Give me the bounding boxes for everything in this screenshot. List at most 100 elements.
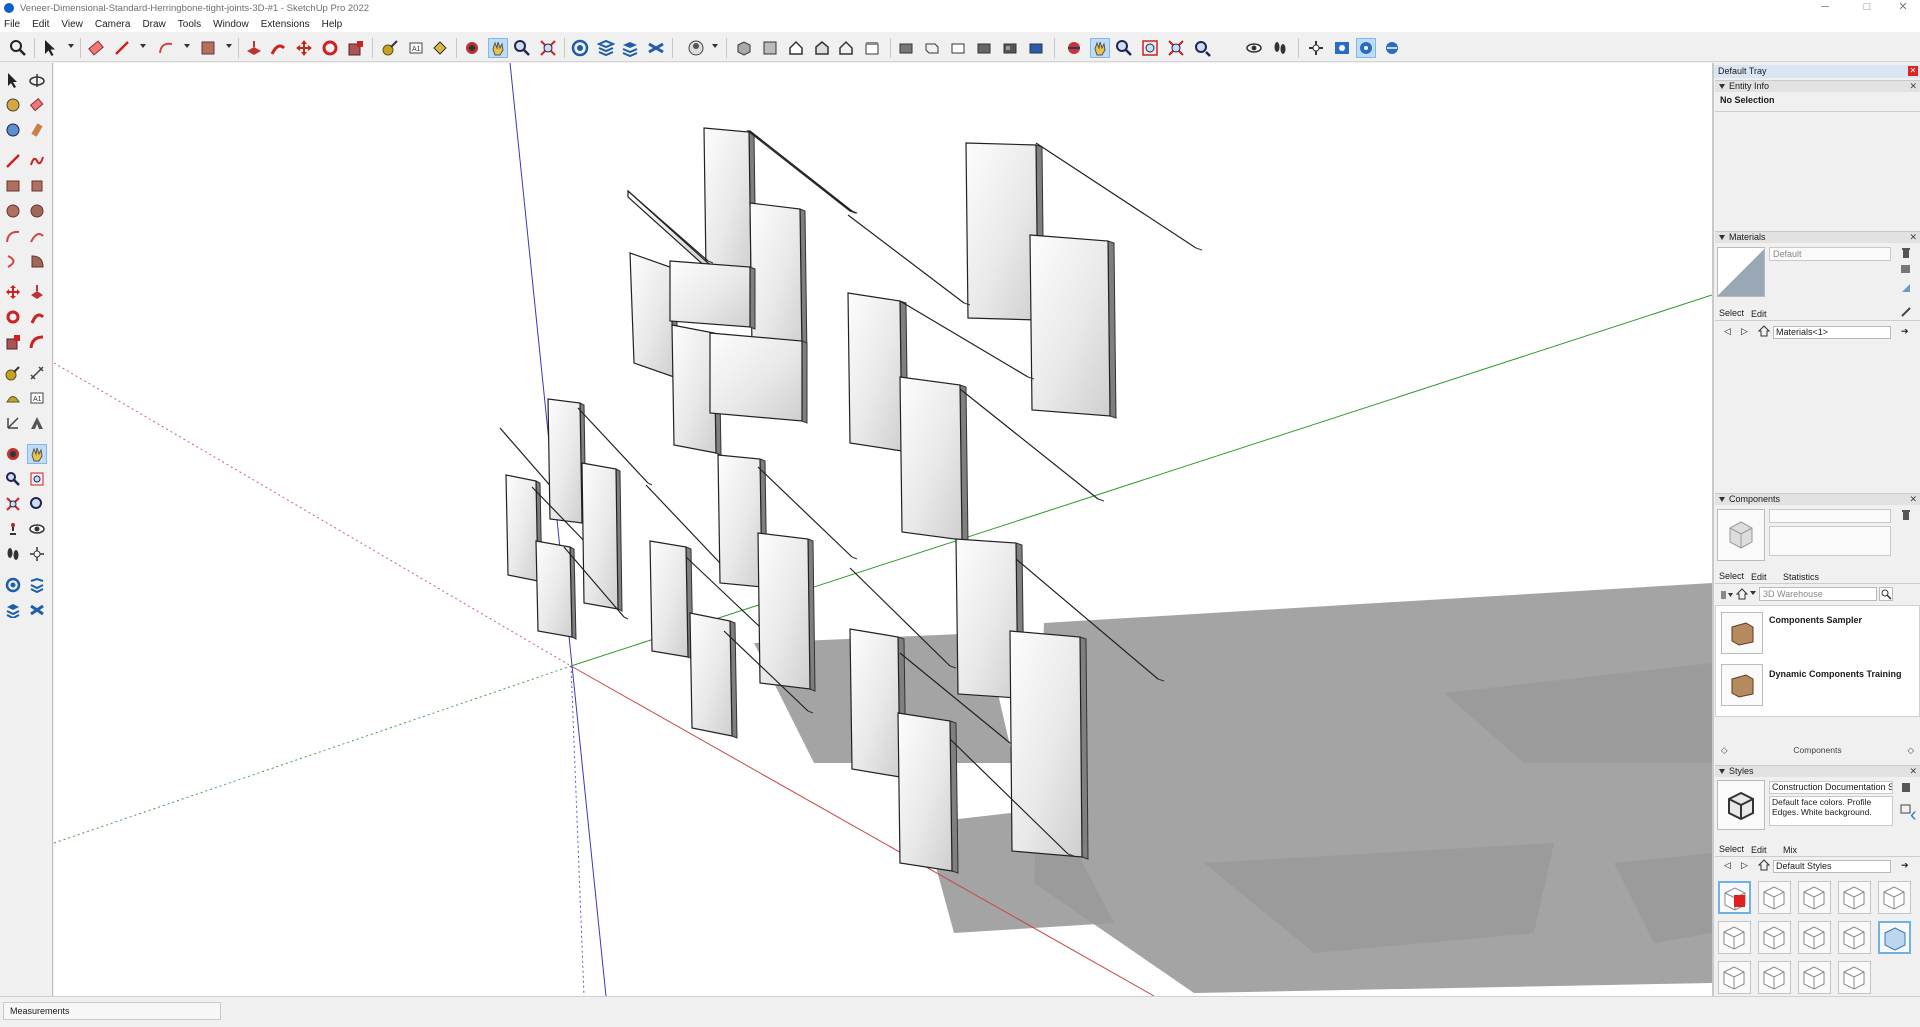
look-around-icon[interactable]	[1244, 38, 1264, 58]
display-options-icon[interactable]	[1720, 589, 1734, 604]
rotated-rectangle-icon[interactable]	[27, 176, 47, 196]
list-item-thumbnail[interactable]	[1721, 612, 1763, 654]
layers-icon[interactable]	[3, 600, 23, 620]
follow-me-icon[interactable]	[268, 38, 288, 58]
components-tab-select[interactable]: Select	[1719, 571, 1744, 581]
shaded-textures-icon[interactable]	[1000, 38, 1020, 58]
details-arrow-icon[interactable]: ➔	[1901, 860, 1909, 871]
freehand-icon[interactable]	[27, 151, 47, 171]
close-icon[interactable]: ✕	[1908, 66, 1918, 76]
offset-icon[interactable]	[27, 332, 47, 352]
forward-arrow-icon[interactable]: ▷	[1741, 326, 1748, 337]
styles-tab-mix[interactable]: Mix	[1783, 845, 1797, 855]
component-icon[interactable]	[3, 120, 23, 140]
push-pull-icon[interactable]	[244, 38, 264, 58]
style-thumbnail[interactable]	[1758, 881, 1791, 914]
materials-header[interactable]: Materials ✕	[1715, 231, 1920, 243]
position-camera-icon[interactable]	[3, 519, 23, 539]
eraser-icon[interactable]	[27, 95, 47, 115]
component-search-input[interactable]: 3D Warehouse	[1759, 587, 1877, 601]
push-pull-icon[interactable]	[27, 282, 47, 302]
two-point-arc-icon[interactable]	[27, 226, 47, 246]
move-icon[interactable]	[294, 38, 314, 58]
chevron-down-icon[interactable]	[140, 44, 146, 48]
component-name-field[interactable]	[1769, 509, 1891, 523]
search-icon[interactable]	[1879, 587, 1893, 601]
text-icon[interactable]: A1	[27, 388, 47, 408]
list-item[interactable]: Dynamic Components Training	[1769, 669, 1902, 679]
components-tab-statistics[interactable]: Statistics	[1783, 572, 1819, 582]
menu-window[interactable]: Window	[213, 19, 249, 30]
orbit-icon[interactable]	[462, 38, 482, 58]
menu-edit[interactable]: Edit	[32, 19, 49, 30]
sample-paint-icon[interactable]	[1900, 282, 1912, 294]
layers-icon[interactable]	[620, 38, 640, 58]
style-thumbnail[interactable]	[1758, 921, 1791, 954]
arc-icon[interactable]	[3, 226, 23, 246]
move-icon[interactable]	[3, 282, 23, 302]
list-item-thumbnail[interactable]	[1721, 664, 1763, 706]
style-name-field[interactable]: Construction Documentation Sty	[1769, 781, 1893, 794]
chevron-icon[interactable]: ◇	[1721, 744, 1728, 757]
warehouse-icon[interactable]	[3, 575, 23, 595]
zoom-window-icon[interactable]	[27, 469, 47, 489]
look-around-icon[interactable]	[27, 519, 47, 539]
maximize-button[interactable]: □	[1852, 0, 1882, 16]
warehouse-icon[interactable]	[570, 38, 590, 58]
styles-tab-edit[interactable]: Edit	[1751, 845, 1767, 855]
zoom-icon[interactable]	[3, 469, 23, 489]
chevron-down-icon[interactable]	[68, 44, 74, 48]
style-thumbnail[interactable]	[1718, 961, 1751, 994]
style-thumbnail[interactable]	[1798, 961, 1831, 994]
left-view-icon[interactable]	[862, 38, 882, 58]
zoom-extents-tool-icon[interactable]	[1166, 38, 1186, 58]
select-arrow-icon[interactable]	[3, 70, 23, 90]
measurements-box[interactable]: Measurements	[3, 1002, 221, 1020]
list-item[interactable]: Components Sampler	[1769, 615, 1862, 625]
chevron-icon[interactable]: ◇	[1907, 744, 1914, 757]
home-icon[interactable]	[1757, 859, 1771, 874]
style-description-field[interactable]: Default face colors. Profile Edges. Whit…	[1769, 796, 1893, 826]
update-style-icon[interactable]	[1900, 781, 1912, 796]
wireframe-icon[interactable]	[922, 38, 942, 58]
pan-hand-icon[interactable]	[27, 444, 47, 464]
tape-measure-icon[interactable]	[3, 363, 23, 383]
modeling-viewport[interactable]	[54, 63, 1712, 996]
previous-zoom-icon[interactable]	[27, 494, 47, 514]
rectangle-icon[interactable]	[198, 38, 218, 58]
top-view-icon[interactable]	[760, 38, 780, 58]
close-icon[interactable]: ✕	[1909, 766, 1917, 777]
search-icon[interactable]	[8, 38, 28, 58]
rectangle-icon[interactable]	[3, 176, 23, 196]
dimension-icon[interactable]	[27, 363, 47, 383]
forward-arrow-icon[interactable]: ▷	[1741, 860, 1748, 871]
section-plane-icon[interactable]	[1064, 38, 1084, 58]
protractor-icon[interactable]	[3, 388, 23, 408]
position-camera-icon[interactable]	[1306, 38, 1326, 58]
menu-view[interactable]: View	[61, 19, 83, 30]
zoom-tool-icon[interactable]	[1114, 38, 1134, 58]
add-location-icon[interactable]	[1356, 38, 1376, 58]
material-collection-select[interactable]: Materials<1>	[1773, 326, 1891, 339]
follow-me-icon[interactable]	[27, 307, 47, 327]
paint-icon[interactable]	[27, 120, 47, 140]
3d-scene[interactable]	[54, 63, 1712, 996]
scale-icon[interactable]	[3, 332, 23, 352]
extension-warehouse-icon[interactable]	[27, 575, 47, 595]
style-thumbnail[interactable]	[1838, 881, 1871, 914]
component-description-field[interactable]	[1769, 526, 1891, 556]
chevron-down-icon[interactable]	[184, 44, 190, 48]
3d-text-icon[interactable]	[27, 413, 47, 433]
minimize-button[interactable]: ─	[1810, 0, 1840, 16]
eyedropper-icon[interactable]	[1900, 306, 1912, 321]
xray-icon[interactable]	[896, 38, 916, 58]
home-icon[interactable]	[1757, 325, 1771, 340]
menu-file[interactable]: File	[4, 19, 20, 30]
iso-view-icon[interactable]	[734, 38, 754, 58]
menu-draw[interactable]: Draw	[142, 19, 165, 30]
chevron-down-icon[interactable]	[1750, 591, 1756, 595]
style-thumbnail[interactable]	[1718, 881, 1751, 914]
style-thumbnail[interactable]	[1838, 921, 1871, 954]
components-header[interactable]: Components ✕	[1715, 493, 1920, 505]
trash-icon[interactable]	[1900, 509, 1912, 524]
